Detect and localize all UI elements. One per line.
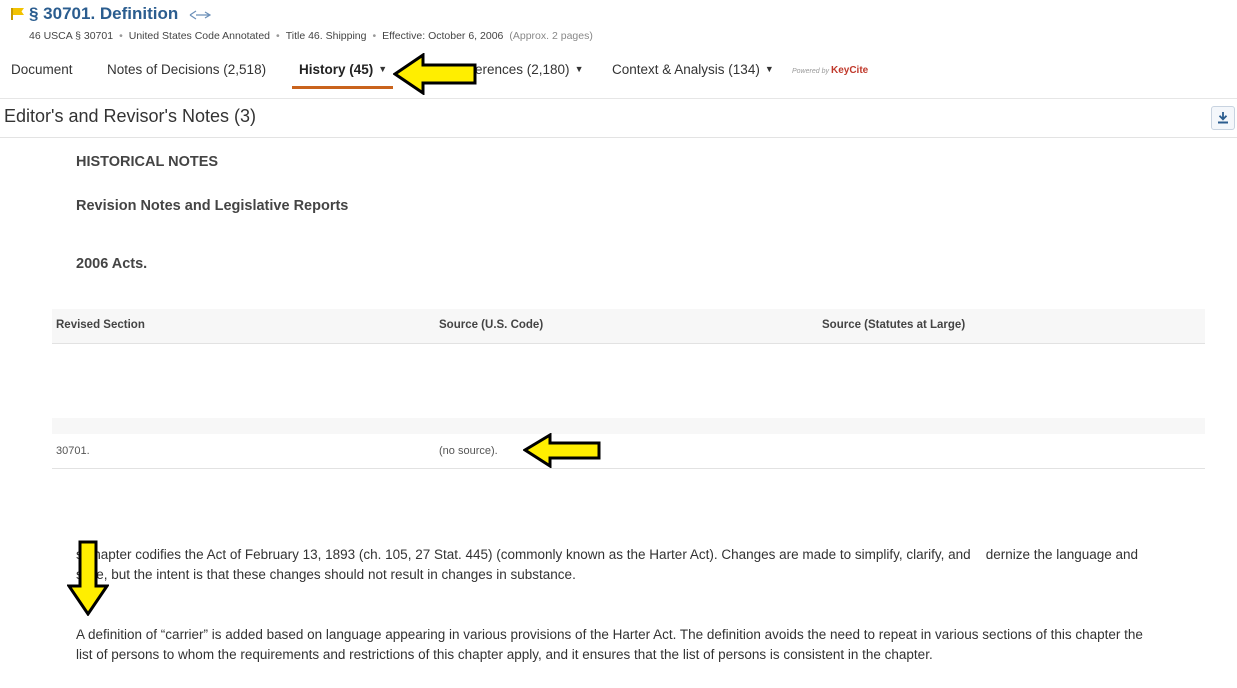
download-button[interactable] xyxy=(1211,106,1235,130)
active-tab-indicator xyxy=(292,86,393,89)
column-header: Revised Section xyxy=(56,319,145,331)
powered-by-keycite: Powered by KeyCite xyxy=(792,65,869,76)
historical-notes-heading: HISTORICAL NOTES xyxy=(76,154,219,170)
tab-citing-references[interactable]: erences (2,180) ▼ xyxy=(475,62,583,77)
keycite-history-icon[interactable] xyxy=(188,9,212,21)
tab-document[interactable]: Document xyxy=(11,62,73,77)
table-cell: 30701. xyxy=(56,445,90,457)
tab-bar: Document Notes of Decisions (2,518) Hist… xyxy=(0,56,1237,99)
page-count: (Approx. 2 pages) xyxy=(509,30,593,42)
effective-date: Effective: October 6, 2006 xyxy=(382,30,504,42)
annotation-arrow-left-icon xyxy=(523,433,601,468)
chevron-down-icon: ▼ xyxy=(574,64,584,74)
paragraph: s chapter codifies the Act of February 1… xyxy=(76,547,1139,582)
title-ref: Title 46. Shipping xyxy=(285,30,367,42)
chevron-down-icon: ▼ xyxy=(378,64,388,74)
section-title: Editor's and Revisor's Notes (3) xyxy=(4,106,256,126)
citation: 46 USCA § 30701 xyxy=(29,30,114,42)
table-divider xyxy=(52,418,1205,434)
chevron-down-icon: ▼ xyxy=(764,64,774,74)
tab-history[interactable]: History (45) ▼ xyxy=(299,62,387,77)
flag-icon xyxy=(11,8,24,20)
download-icon xyxy=(1218,112,1228,124)
column-header: Source (U.S. Code) xyxy=(439,319,544,331)
annotation-arrow-left-icon xyxy=(393,53,477,95)
table-cell: (no source). xyxy=(439,445,498,457)
section-header: Editor's and Revisor's Notes (3) xyxy=(0,99,1237,138)
paragraph: A definition of “carrier” is added based… xyxy=(76,627,1143,662)
table-header: Revised Section Source (U.S. Code) Sourc… xyxy=(52,309,1205,344)
source-name: United States Code Annotated xyxy=(128,30,271,42)
tab-context-analysis[interactable]: Context & Analysis (134) ▼ xyxy=(612,62,774,77)
table-row: 30701. (no source). xyxy=(52,434,1205,469)
revision-notes-heading: Revision Notes and Legislative Reports xyxy=(76,198,349,214)
keycite-logo: KeyCite xyxy=(830,65,869,76)
column-header: Source (Statutes at Large) xyxy=(822,319,966,331)
tab-notes-of-decisions[interactable]: Notes of Decisions (2,518) xyxy=(107,62,266,77)
annotation-arrow-down-icon xyxy=(67,540,109,616)
document-title: § 30701. Definition xyxy=(29,4,179,23)
acts-heading: 2006 Acts. xyxy=(76,256,148,272)
document-meta: 46 USCA § 30701 • United States Code Annot… xyxy=(29,30,593,42)
